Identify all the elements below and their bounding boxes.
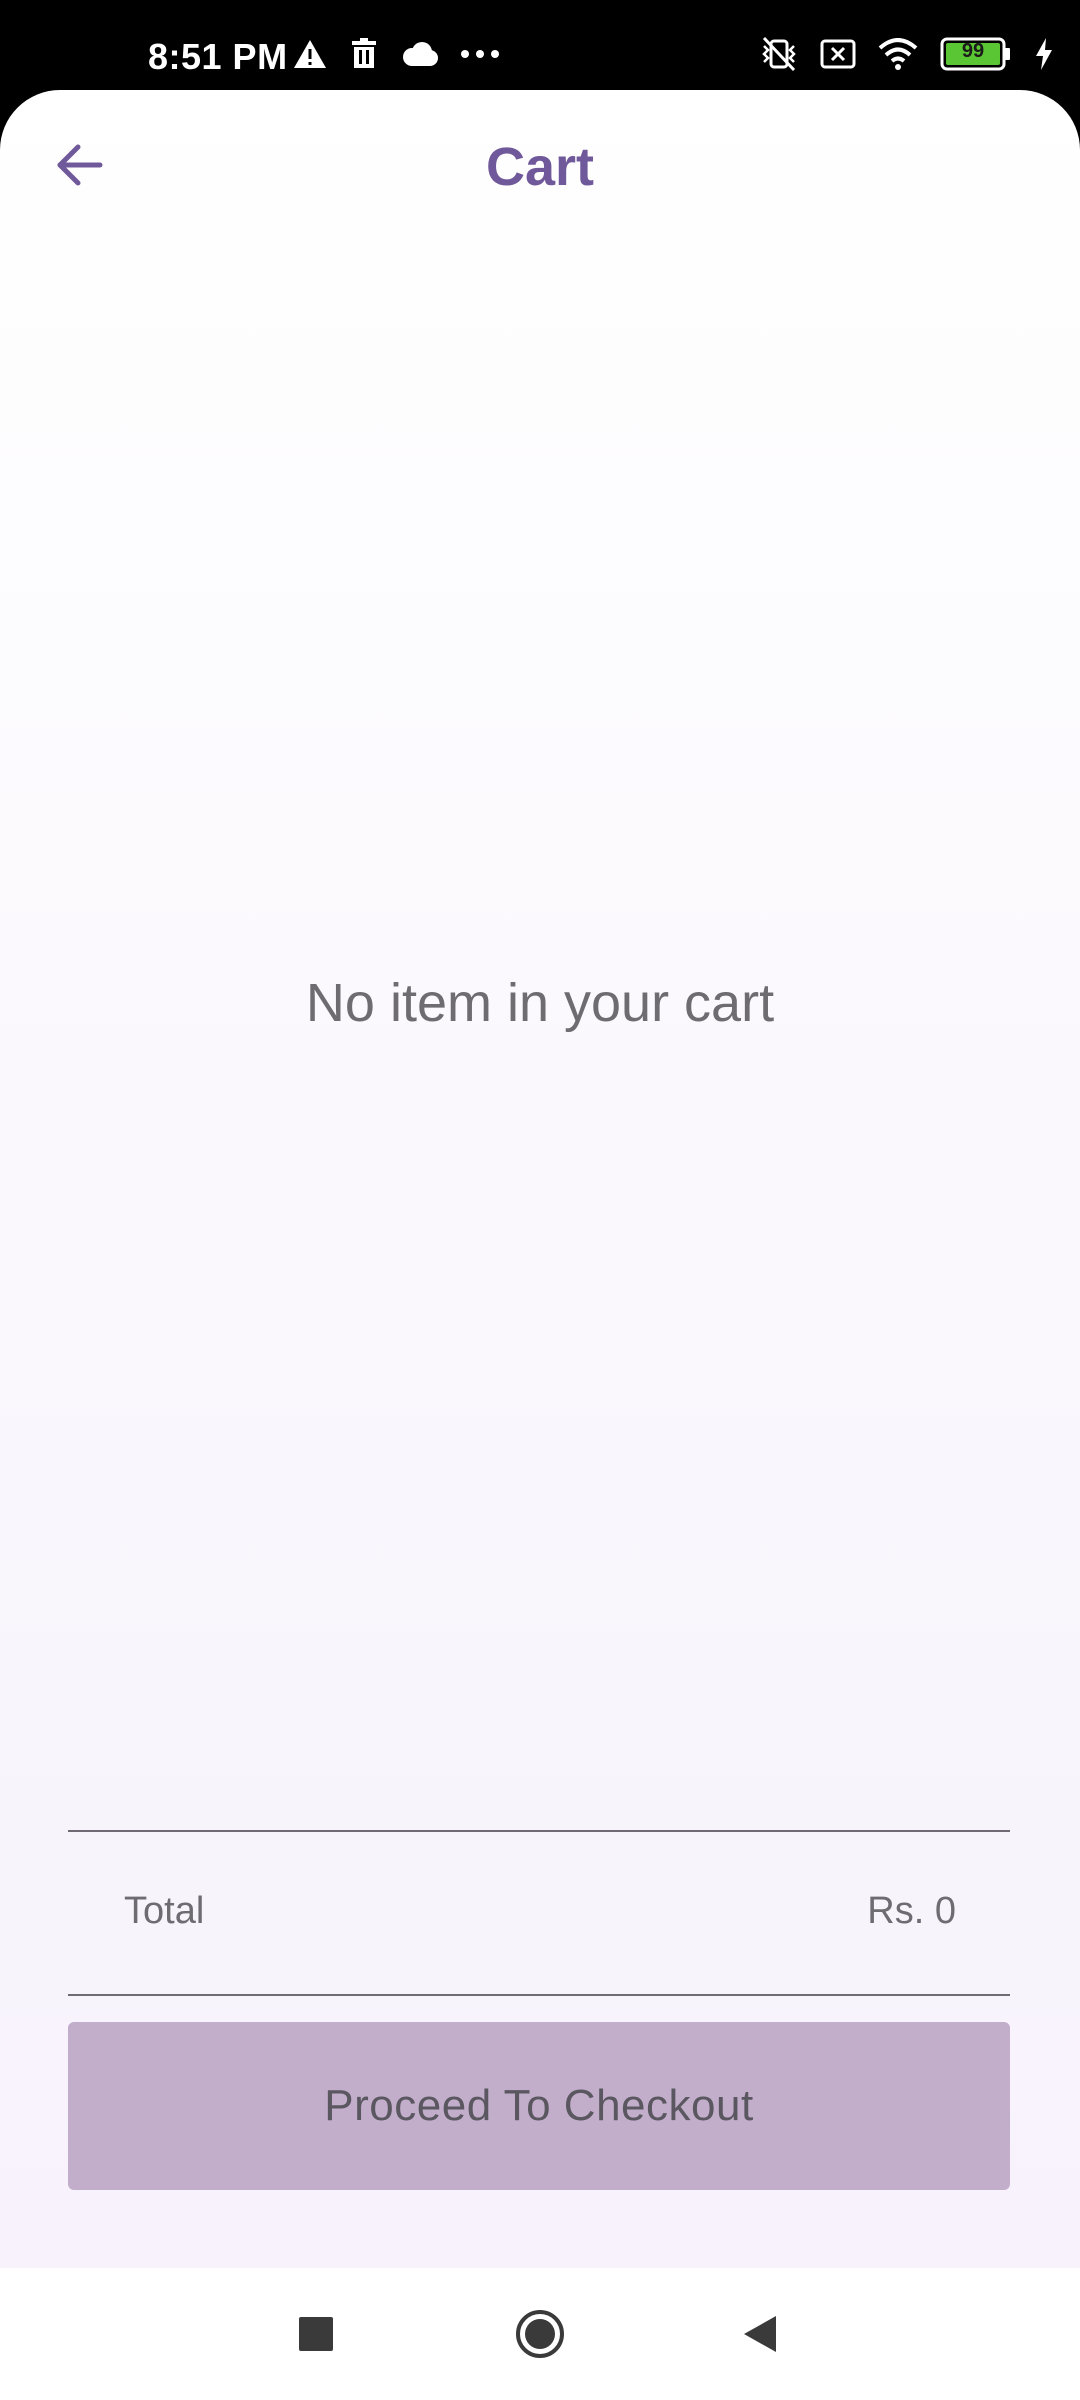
more-dots-icon xyxy=(460,49,500,59)
empty-cart-message: No item in your cart xyxy=(305,973,775,1033)
nav-back-button[interactable] xyxy=(720,2268,800,2400)
status-left-icons xyxy=(292,38,500,70)
status-right-icons: 99 xyxy=(760,36,1054,72)
divider-bottom xyxy=(68,1994,1010,1996)
divider-top xyxy=(68,1830,1010,1832)
battery-icon: 99 xyxy=(940,37,1012,71)
total-label: Total xyxy=(124,1890,205,1932)
charging-icon xyxy=(1034,38,1054,70)
cloud-icon xyxy=(400,41,438,67)
warning-icon xyxy=(292,38,328,70)
cart-screen: Cart No item in your cart Total Rs. 0 Pr… xyxy=(0,90,1080,2268)
home-button[interactable] xyxy=(500,2268,580,2400)
navigation-bar xyxy=(0,2268,1080,2400)
back-triangle-icon xyxy=(744,2316,776,2352)
vibrate-off-icon xyxy=(760,36,798,72)
sim-x-icon xyxy=(820,39,856,69)
proceed-to-checkout-button[interactable]: Proceed To Checkout xyxy=(68,2022,1010,2190)
page-title: Cart xyxy=(485,137,595,197)
recents-button[interactable] xyxy=(276,2268,356,2400)
wifi-icon xyxy=(878,38,918,70)
total-value: Rs. 0 xyxy=(867,1890,956,1932)
status-time: 8:51 PM xyxy=(148,36,288,77)
home-circle-icon xyxy=(516,2310,564,2358)
status-bar: 8:51 PM 99 xyxy=(0,0,1080,92)
trash-icon xyxy=(350,38,378,70)
recents-square-icon xyxy=(299,2317,333,2351)
battery-level: 99 xyxy=(961,40,985,62)
